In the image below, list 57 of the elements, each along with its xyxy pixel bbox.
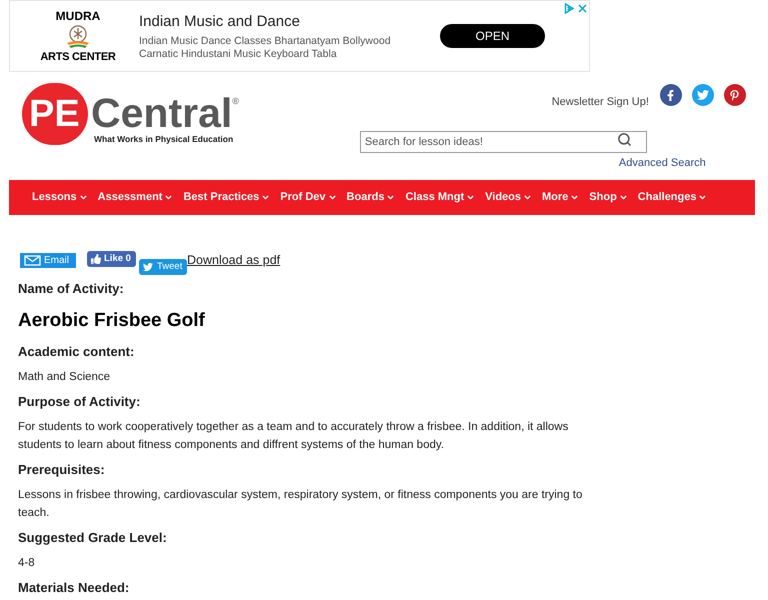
facebook-icon[interactable] xyxy=(660,84,682,106)
section-text: 4-8 xyxy=(18,556,36,571)
nav-menu-item[interactable]: Assessment xyxy=(98,189,174,206)
section-text: For students to work cooperatively together as a team and to accurately throw a frisbee. In addition, it allows students to learn about fitness components and diffrent systems of the human body. xyxy=(18,420,570,453)
registered-mark: ® xyxy=(232,96,239,106)
nav-menu-item[interactable]: Challenges xyxy=(638,189,708,206)
logo-tagline: What Works in Physical Education xyxy=(94,134,234,144)
chevron-down-icon xyxy=(698,193,708,202)
close-icon[interactable] xyxy=(578,4,587,13)
search-field[interactable]: Search for lesson ideas! xyxy=(360,130,647,152)
twitter-bird-icon[interactable] xyxy=(692,84,714,106)
section-text: Lessons in frisbee throwing, cardiovascular system, respiratory system, or fitness components you are trying to teach. xyxy=(18,488,584,521)
chevron-down-icon xyxy=(618,193,628,202)
ad-brand-name: MUDRA xyxy=(56,8,100,22)
nav-menu-item[interactable]: Best Practices xyxy=(183,189,270,206)
bird-icon xyxy=(143,262,153,272)
ad-brand-subtitle: ARTS CENTER xyxy=(40,50,116,64)
download-pdf-link[interactable]: Download as pdf xyxy=(187,252,280,268)
section-heading: Materials Needed: xyxy=(18,579,130,597)
nav-menu-item[interactable]: Shop xyxy=(589,189,628,206)
section-heading: Prerequisites: xyxy=(18,461,106,479)
activity-title: Aerobic Frisbee Golf xyxy=(18,309,206,333)
chevron-down-icon xyxy=(466,193,476,202)
chevron-down-icon xyxy=(164,193,174,202)
ad-title: Indian Music and Dance xyxy=(139,12,301,32)
section-text: Math and Science xyxy=(18,370,112,385)
newsletter-link[interactable]: Newsletter Sign Up! xyxy=(552,94,649,110)
open-button[interactable]: OPEN xyxy=(440,24,545,48)
nav-menu-item[interactable]: Class Mngt xyxy=(405,189,476,206)
thumbs-up-icon xyxy=(91,254,101,264)
chevron-down-icon xyxy=(78,193,88,202)
nav-menu-item[interactable]: More xyxy=(542,189,580,206)
nav-menu-item[interactable]: Lessons xyxy=(32,189,88,206)
email-button[interactable]: Email xyxy=(20,253,76,268)
pinterest-icon[interactable] xyxy=(724,84,746,106)
section-heading: Academic content: xyxy=(18,343,136,361)
like-button[interactable]: Like 0 xyxy=(87,251,136,267)
logo-mark: PE xyxy=(22,83,88,145)
advanced-search-link[interactable]: Advanced Search xyxy=(618,154,746,171)
logo-wordmark: Central xyxy=(91,92,232,134)
field-label: Name of Activity: xyxy=(18,280,125,298)
nav-menu-item[interactable]: Prof Dev xyxy=(280,189,337,206)
ad-choices-icon[interactable] xyxy=(564,3,574,14)
chevron-down-icon xyxy=(261,193,270,202)
section-heading: Suggested Grade Level: xyxy=(18,529,168,547)
ad-description: Indian Music Dance Classes Bhartanatyam Bollywood Carnatic Hindustani Music Keyboard Tabla xyxy=(139,34,392,60)
envelope-icon xyxy=(24,255,41,266)
search-icon[interactable] xyxy=(616,132,632,146)
chevron-down-icon xyxy=(328,193,337,202)
section-heading: Purpose of Activity: xyxy=(18,393,142,411)
tweet-button[interactable]: Tweet xyxy=(139,259,187,275)
emblem-icon xyxy=(65,24,91,48)
chevron-down-icon xyxy=(523,193,532,202)
nav-menu-item[interactable]: Boards xyxy=(346,189,396,206)
chevron-down-icon xyxy=(570,193,580,202)
chevron-down-icon xyxy=(386,193,396,202)
nav-menu-item[interactable]: Videos xyxy=(485,189,532,206)
